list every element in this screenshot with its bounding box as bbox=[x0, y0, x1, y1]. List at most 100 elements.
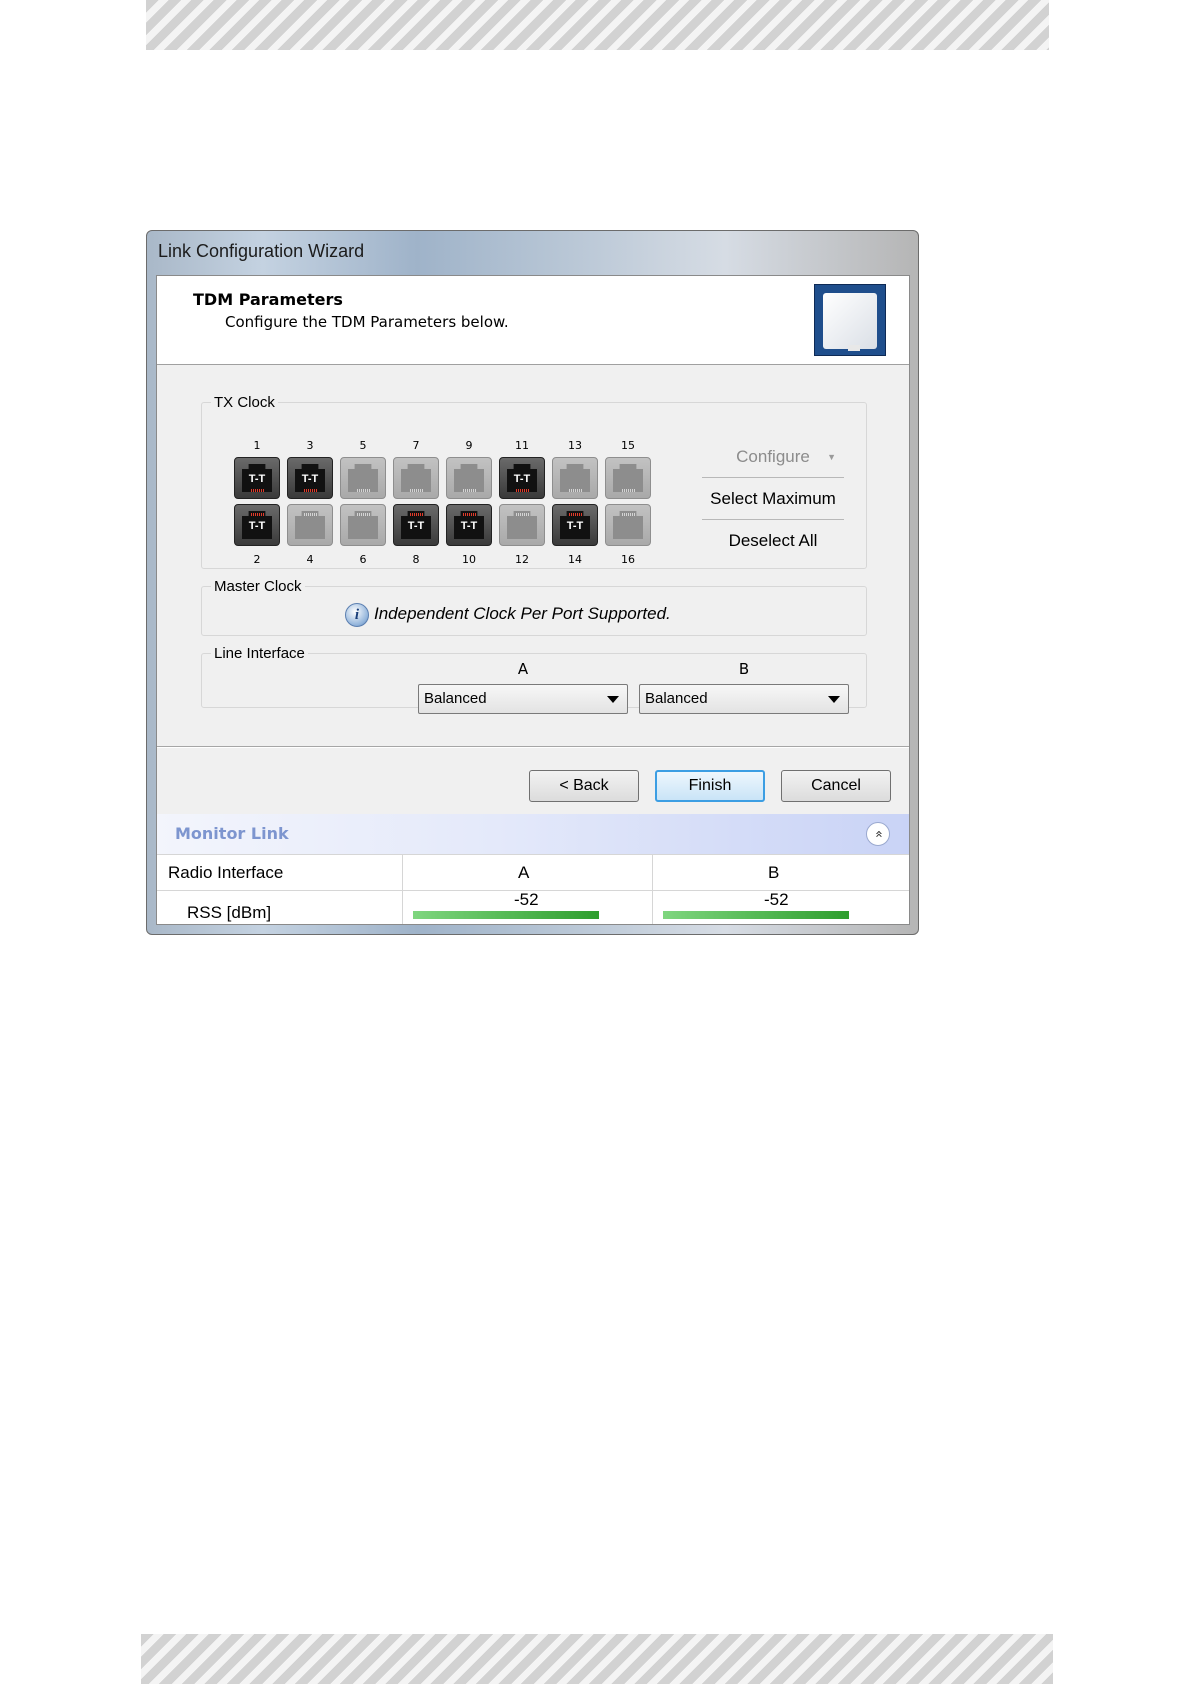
port-number: 10 bbox=[462, 553, 476, 566]
port-6[interactable] bbox=[340, 504, 386, 546]
line-interface-a-value: Balanced bbox=[424, 690, 487, 707]
port-number: 13 bbox=[568, 439, 582, 452]
wizard-window: Link Configuration Wizard TDM Parameters… bbox=[146, 230, 919, 935]
monitor-link-table: Radio Interface A B RSS [dBm] -52 -52 bbox=[157, 854, 909, 924]
port-number: 4 bbox=[306, 553, 314, 566]
rj45-jack-icon bbox=[560, 464, 590, 492]
line-interface-b-value: Balanced bbox=[645, 690, 708, 707]
jack-pins bbox=[304, 513, 318, 516]
port-number: 14 bbox=[568, 553, 582, 566]
port-5[interactable] bbox=[340, 457, 386, 499]
port-clock-label: T-T bbox=[513, 473, 531, 485]
rj45-jack-icon bbox=[348, 464, 378, 492]
jack-pins bbox=[569, 513, 583, 516]
jack-pins bbox=[622, 513, 636, 516]
port-16[interactable] bbox=[605, 504, 651, 546]
port-15[interactable] bbox=[605, 457, 651, 499]
jack-pins bbox=[410, 513, 424, 516]
page-subtitle: Configure the TDM Parameters below. bbox=[225, 313, 509, 331]
top-page-decoration bbox=[146, 0, 1049, 50]
port-3[interactable]: T-T bbox=[287, 457, 333, 499]
rss-value-b: -52 bbox=[764, 890, 789, 909]
jack-pins bbox=[304, 489, 318, 492]
tx-clock-legend: TX Clock bbox=[214, 394, 275, 411]
port-number: 8 bbox=[412, 553, 420, 566]
line-interface-a-select[interactable]: Balanced bbox=[418, 684, 628, 714]
jack-pins bbox=[463, 513, 477, 516]
jack-pins bbox=[357, 489, 371, 492]
port-grid: 1 T-T 3 T-T 5 7 9 11 T-T 13 15 2 T-T 4 6 8 T-T 10 T-T 12 14 T… bbox=[234, 439, 654, 569]
port-8[interactable]: T-T bbox=[393, 504, 439, 546]
rss-bar-b bbox=[663, 911, 849, 919]
line-interface-col-b: B bbox=[738, 660, 750, 678]
port-clock-label: T-T bbox=[248, 473, 266, 485]
footer-divider bbox=[157, 746, 909, 748]
table-header-a: A bbox=[518, 863, 530, 882]
jack-pins bbox=[622, 489, 636, 492]
port-10[interactable]: T-T bbox=[446, 504, 492, 546]
rj45-jack-icon bbox=[454, 464, 484, 492]
configure-label: Configure bbox=[736, 447, 810, 466]
port-13[interactable] bbox=[552, 457, 598, 499]
port-9[interactable] bbox=[446, 457, 492, 499]
line-interface-group: Line Interface A B Balanced Balanced bbox=[201, 645, 867, 714]
back-button[interactable]: < Back bbox=[529, 770, 639, 802]
monitor-link-header: Monitor Link « bbox=[157, 814, 909, 854]
line-interface-col-a: A bbox=[517, 660, 529, 678]
jack-pins bbox=[463, 489, 477, 492]
page-title: TDM Parameters bbox=[193, 290, 343, 309]
rj45-jack-icon bbox=[613, 464, 643, 492]
configure-button[interactable]: Configure ▼ bbox=[702, 437, 844, 478]
port-number: 3 bbox=[306, 439, 314, 452]
master-clock-info: Independent Clock Per Port Supported. bbox=[374, 604, 671, 623]
line-interface-b-select[interactable]: Balanced bbox=[639, 684, 849, 714]
wizard-header: TDM Parameters Configure the TDM Paramet… bbox=[157, 276, 909, 365]
port-14[interactable]: T-T bbox=[552, 504, 598, 546]
port-1[interactable]: T-T bbox=[234, 457, 280, 499]
select-maximum-button[interactable]: Select Maximum bbox=[702, 479, 844, 520]
port-2[interactable]: T-T bbox=[234, 504, 280, 546]
port-number: 6 bbox=[359, 553, 367, 566]
line-interface-legend: Line Interface bbox=[214, 645, 305, 662]
port-clock-label: T-T bbox=[566, 520, 584, 532]
port-number: 7 bbox=[412, 439, 420, 452]
tx-clock-group: TX Clock 1 T-T 3 T-T 5 7 9 11 T-T 13 15 2 T-T 4 6 8 T-T 1… bbox=[201, 394, 867, 569]
port-4[interactable] bbox=[287, 504, 333, 546]
table-header-b: B bbox=[768, 863, 780, 882]
port-number: 1 bbox=[253, 439, 261, 452]
dropdown-arrow-icon bbox=[828, 696, 840, 703]
deselect-all-button[interactable]: Deselect All bbox=[702, 521, 844, 561]
window-title: Link Configuration Wizard bbox=[158, 241, 365, 261]
jack-pins bbox=[516, 489, 530, 492]
rss-row-label: RSS [dBm] bbox=[187, 903, 272, 922]
port-number: 16 bbox=[621, 553, 635, 566]
title-bar[interactable]: Link Configuration Wizard bbox=[147, 231, 918, 275]
port-number: 15 bbox=[621, 439, 635, 452]
rss-bar-a bbox=[413, 911, 599, 919]
port-number: 2 bbox=[253, 553, 261, 566]
port-number: 11 bbox=[515, 439, 529, 452]
jack-pins bbox=[516, 513, 530, 516]
wizard-client-area: TDM Parameters Configure the TDM Paramet… bbox=[156, 275, 910, 925]
master-clock-group: Master Clock i Independent Clock Per Por… bbox=[201, 578, 867, 636]
chevron-down-icon: ▼ bbox=[827, 452, 836, 462]
jack-pins bbox=[251, 513, 265, 516]
port-clock-label: T-T bbox=[460, 520, 478, 532]
collapse-icon[interactable]: « bbox=[866, 822, 890, 846]
jack-pins bbox=[410, 489, 424, 492]
monitor-link-title: Monitor Link bbox=[175, 824, 289, 843]
port-11[interactable]: T-T bbox=[499, 457, 545, 499]
jack-pins bbox=[251, 489, 265, 492]
finish-button[interactable]: Finish bbox=[655, 770, 765, 802]
jack-pins bbox=[569, 489, 583, 492]
master-clock-legend: Master Clock bbox=[214, 578, 302, 595]
port-7[interactable] bbox=[393, 457, 439, 499]
cancel-button[interactable]: Cancel bbox=[781, 770, 891, 802]
port-number: 9 bbox=[465, 439, 473, 452]
port-clock-label: T-T bbox=[301, 473, 319, 485]
jack-pins bbox=[357, 513, 371, 516]
port-12[interactable] bbox=[499, 504, 545, 546]
port-number: 12 bbox=[515, 553, 529, 566]
port-clock-label: T-T bbox=[248, 520, 266, 532]
antenna-panel-icon bbox=[814, 284, 886, 356]
